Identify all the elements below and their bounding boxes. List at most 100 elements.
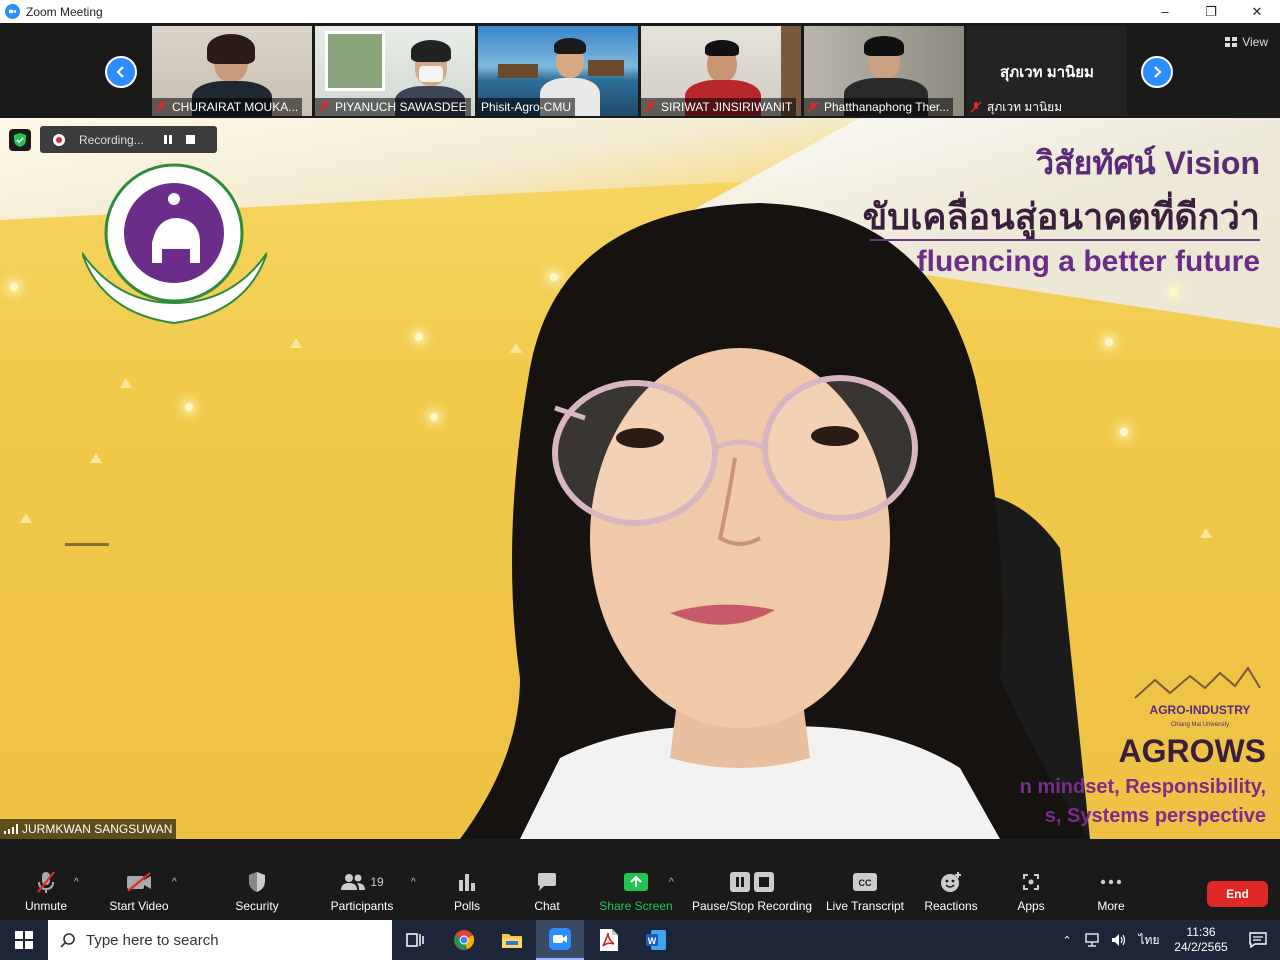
share-screen-button[interactable]: Share Screen — [598, 869, 674, 913]
folder-icon — [502, 934, 522, 948]
participant-display-name: สุภเวท มานิยม — [1000, 64, 1094, 81]
reactions-smiley-icon — [941, 872, 961, 892]
input-language[interactable]: ไทย — [1132, 931, 1166, 950]
notifications-icon[interactable] — [1236, 932, 1280, 948]
windows-taskbar: Type here to search W ⌃ ไทย 11:36 24/2/2… — [0, 920, 1280, 960]
stop-recording-button[interactable] — [179, 130, 201, 150]
security-label: Security — [235, 899, 279, 913]
participant-name: สุภเวท มานิยม — [987, 99, 1063, 114]
participant-thumbnail[interactable]: PIYANUCH SAWASDEE — [315, 26, 475, 116]
participant-name: PIYANUCH SAWASDEE — [335, 100, 467, 114]
participant-thumbnail[interactable]: Phatthanaphong Ther... — [804, 26, 964, 116]
agro-industry-logo: AGRO-INDUSTRY Chiang Mai University — [1134, 666, 1261, 728]
participants-button[interactable]: 19 Participants — [330, 869, 394, 913]
participant-strip: CHURAIRAT MOUKA... PIYANUCH SAWASDEE Phi… — [0, 23, 1280, 118]
recording-indicator: Recording... — [40, 126, 217, 153]
start-button[interactable] — [0, 920, 48, 960]
microphone-muted-icon — [37, 871, 55, 893]
university-logo — [82, 163, 267, 325]
title-bar: Zoom Meeting – ❐ ✕ — [0, 0, 1280, 23]
pause-icon — [164, 135, 172, 144]
slide-subtitle-english: fluencing a better future — [916, 245, 1260, 278]
slide-line-1: n mindset, Responsibility, — [1019, 776, 1266, 798]
more-button[interactable]: More — [1087, 869, 1135, 913]
system-tray: ⌃ ไทย 11:36 24/2/2565 — [1054, 920, 1280, 960]
start-video-button[interactable]: Start Video — [108, 869, 170, 913]
file-explorer-taskbar-button[interactable] — [488, 920, 536, 960]
polls-label: Polls — [453, 899, 480, 913]
recording-dot-icon — [53, 133, 65, 146]
show-hidden-icons-chevron-icon[interactable]: ⌃ — [1054, 934, 1080, 947]
apps-button[interactable]: Apps — [1007, 869, 1055, 913]
next-page-button[interactable] — [1141, 56, 1173, 88]
audio-options-caret[interactable]: ^ — [74, 877, 79, 888]
chrome-taskbar-button[interactable] — [440, 920, 488, 960]
end-meeting-button[interactable]: End — [1207, 881, 1268, 907]
polls-button[interactable]: Polls — [443, 869, 491, 913]
live-transcript-button[interactable]: CC Live Transcript — [826, 869, 904, 913]
view-button[interactable]: View — [1225, 35, 1268, 49]
view-label: View — [1242, 35, 1268, 49]
reactions-button[interactable]: Reactions — [924, 869, 978, 913]
security-shield-icon — [249, 872, 265, 892]
more-label: More — [1097, 899, 1125, 913]
unmute-label: Unmute — [24, 899, 68, 913]
signal-bars-icon — [4, 824, 18, 834]
slide-title: วิสัยทัศน์ Vision — [1036, 145, 1260, 181]
svg-text:W: W — [648, 936, 657, 946]
share-screen-icon — [624, 873, 648, 891]
brand-line: AGRO-INDUSTRY — [1150, 703, 1251, 717]
participants-label: Participants — [330, 899, 394, 913]
participant-thumbnail[interactable]: CHURAIRAT MOUKA... — [152, 26, 312, 116]
participant-name: SIRIWAT JINSIRIWANIT — [661, 100, 793, 114]
mic-muted-icon — [155, 101, 167, 113]
mic-muted-icon — [318, 101, 330, 113]
pause-recording-button[interactable] — [157, 130, 179, 150]
volume-icon[interactable] — [1106, 933, 1132, 947]
participants-options-caret[interactable]: ^ — [411, 877, 416, 888]
search-placeholder: Type here to search — [86, 931, 219, 949]
taskbar-search-box[interactable]: Type here to search — [48, 920, 392, 960]
search-icon — [60, 933, 75, 948]
unmute-button[interactable]: Unmute — [22, 869, 70, 913]
grid-view-icon — [1225, 37, 1238, 47]
video-options-caret[interactable]: ^ — [172, 877, 177, 888]
stop-icon — [754, 872, 774, 892]
minimize-button[interactable]: – — [1142, 0, 1188, 23]
speaker-name: JURMKWAN SANGSUWAN — [22, 822, 173, 836]
polls-icon — [459, 874, 475, 891]
stop-icon — [185, 135, 195, 144]
camera-off-icon — [127, 872, 151, 892]
participant-thumbnail[interactable]: SIRIWAT JINSIRIWANIT — [641, 26, 801, 116]
word-taskbar-button[interactable]: W — [632, 920, 680, 960]
window-title: Zoom Meeting — [26, 4, 103, 19]
taskbar-clock[interactable]: 11:36 24/2/2565 — [1166, 925, 1236, 955]
share-options-caret[interactable]: ^ — [669, 877, 674, 888]
recording-label: Recording... — [79, 132, 144, 147]
zoom-taskbar-button[interactable] — [536, 920, 584, 960]
mic-muted-icon — [807, 101, 819, 113]
pdf-icon — [600, 929, 618, 951]
slide-subtitle-thai: ขับเคลื่อนสู่อนาคตที่ดีกว่า — [862, 196, 1260, 237]
encryption-shield-icon[interactable] — [9, 129, 31, 151]
chat-button[interactable]: Chat — [523, 869, 571, 913]
meeting-toolbar: Unmute ^ Start Video ^ Security 19 Parti… — [0, 839, 1280, 920]
more-dots-icon — [1100, 879, 1122, 885]
network-icon[interactable] — [1080, 933, 1106, 947]
close-button[interactable]: ✕ — [1234, 0, 1280, 23]
task-view-button[interactable] — [392, 920, 440, 960]
zoom-app-icon — [5, 4, 20, 19]
restore-button[interactable]: ❐ — [1188, 0, 1234, 23]
security-button[interactable]: Security — [233, 869, 281, 913]
chrome-icon — [454, 930, 475, 950]
pause-stop-recording-button[interactable]: Pause/Stop Recording — [692, 869, 812, 913]
start-video-label: Start Video — [109, 899, 169, 913]
mic-muted-icon — [644, 101, 656, 113]
apps-icon — [1023, 874, 1039, 890]
participant-thumbnail[interactable]: สุภเวท มานิยม สุภเวท มานิยม — [967, 26, 1127, 116]
previous-page-button[interactable] — [105, 56, 137, 88]
participant-thumbnail[interactable]: Phisit-Agro-CMU — [478, 26, 638, 116]
acrobat-taskbar-button[interactable] — [584, 920, 632, 960]
svg-text:CC: CC — [859, 878, 872, 888]
chevron-right-icon — [1154, 66, 1162, 78]
